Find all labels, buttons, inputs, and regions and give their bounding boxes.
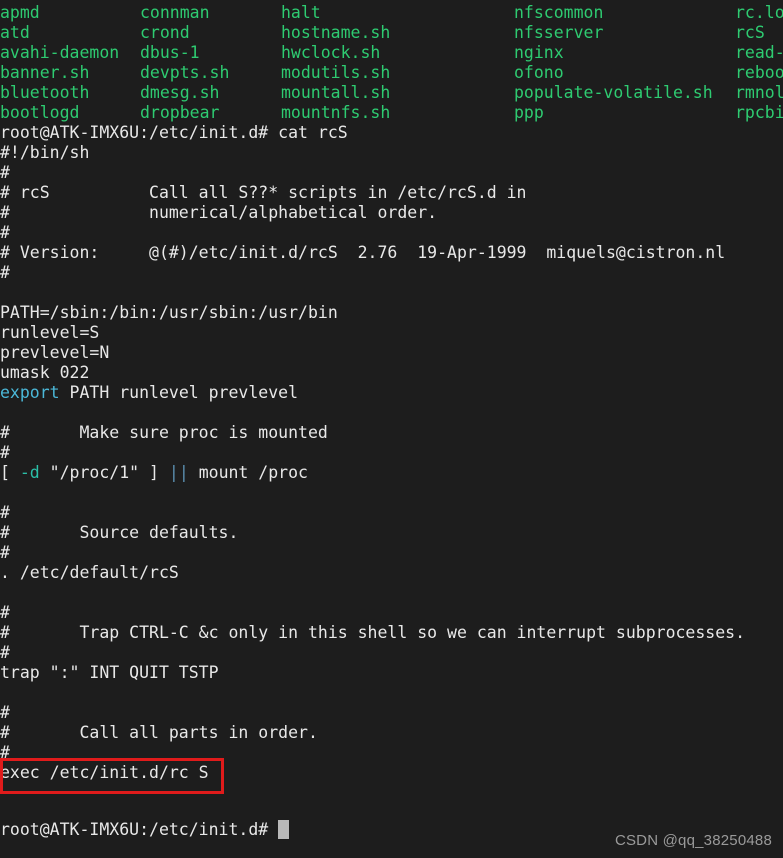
script-line: PATH=/sbin:/bin:/usr/sbin:/usr/bin [0, 303, 338, 322]
script-line: # Call all parts in order. [0, 723, 318, 742]
listing-item[interactable]: rpcbi [735, 103, 783, 123]
listing-item[interactable]: halt [281, 3, 321, 23]
script-line: # rcS Call all S??* scripts in /etc/rcS.… [0, 183, 527, 202]
listing-item[interactable]: nfsserver [514, 23, 603, 43]
csdn-watermark: CSDN @qq_38250488 [614, 832, 772, 849]
listing-row: banner.sh devpts.sh modutils.sh ofono re… [0, 63, 783, 83]
script-line: # [0, 603, 10, 622]
listing-item[interactable]: atd [0, 23, 30, 43]
script-line [0, 403, 783, 423]
listing-item[interactable]: rmnol [735, 83, 783, 103]
listing-item[interactable]: crond [140, 23, 190, 43]
prompt-text: root@ATK-IMX6U:/etc/init.d# [0, 820, 279, 839]
text-cursor [278, 820, 290, 839]
listing-row: bluetooth dmesg.sh mountall.sh populate-… [0, 83, 783, 103]
script-line: # numerical/alphabetical order. [0, 203, 438, 222]
listing-row: atd crond hostname.sh nfsserver rcS [0, 23, 783, 43]
script-line: # [0, 263, 10, 282]
script-line: #!/bin/sh [0, 143, 90, 162]
directory-listing: apmd connman halt nfscommon rc.lo atd cr… [0, 3, 783, 123]
listing-item[interactable]: ppp [514, 103, 544, 123]
bottom-shell-prompt[interactable]: root@ATK-IMX6U:/etc/init.d# [0, 820, 290, 840]
script-line: # Source defaults. [0, 523, 239, 542]
listing-item[interactable]: banner.sh [0, 63, 89, 83]
script-export-line: export PATH runlevel prevlevel [0, 383, 783, 403]
listing-item[interactable]: connman [140, 3, 210, 23]
listing-item[interactable]: hwclock.sh [281, 43, 380, 63]
command-prompt-line: root@ATK-IMX6U:/etc/init.d# cat rcS [0, 123, 783, 143]
listing-item[interactable]: mountall.sh [281, 83, 390, 103]
script-line [0, 483, 783, 503]
listing-row: avahi-daemon dbus-1 hwclock.sh nginx rea… [0, 43, 783, 63]
or-operator: || [168, 463, 189, 482]
script-line: umask 022 [0, 363, 90, 382]
script-line: # [0, 443, 10, 462]
listing-row: apmd connman halt nfscommon rc.lo [0, 3, 783, 23]
listing-item[interactable]: dmesg.sh [140, 83, 219, 103]
terminal-output: root@ATK-IMX6U:/etc/init.d# cat rcS #!/b… [0, 123, 783, 783]
listing-item[interactable]: nginx [514, 43, 564, 63]
test-flag: -d [19, 463, 40, 482]
script-line: # [0, 503, 10, 522]
script-line [0, 283, 783, 303]
terminal-window[interactable]: apmd connman halt nfscommon rc.lo atd cr… [0, 0, 783, 858]
script-line: prevlevel=N [0, 343, 110, 362]
test-tail-command: mount /proc [188, 463, 308, 482]
listing-item[interactable]: reboo [735, 63, 783, 83]
script-line: # [0, 223, 10, 242]
listing-item[interactable]: bootlogd [0, 103, 79, 123]
script-line: . /etc/default/rcS [0, 563, 179, 582]
listing-item[interactable]: read- [735, 43, 783, 63]
listing-item[interactable]: devpts.sh [140, 63, 229, 83]
command-text: cat rcS [278, 123, 348, 142]
script-line: # [0, 743, 10, 762]
export-keyword: export [0, 383, 60, 402]
listing-item[interactable]: ofono [514, 63, 564, 83]
listing-item[interactable]: dbus-1 [140, 43, 200, 63]
listing-item[interactable]: mountnfs.sh [281, 103, 390, 123]
test-open-bracket: [ [0, 463, 20, 482]
prompt-text: root@ATK-IMX6U:/etc/init.d# [0, 123, 279, 142]
listing-item[interactable]: modutils.sh [281, 63, 390, 83]
script-line: # [0, 543, 10, 562]
listing-item[interactable]: hostname.sh [281, 23, 390, 43]
listing-item[interactable]: nfscommon [514, 3, 603, 23]
listing-item[interactable]: populate-volatile.sh [514, 83, 713, 103]
script-line: # [0, 703, 10, 722]
listing-item[interactable]: rc.lo [735, 3, 783, 23]
listing-item[interactable]: apmd [0, 3, 40, 23]
listing-item[interactable]: avahi-daemon [0, 43, 119, 63]
test-operand: "/proc/1" ] [39, 463, 169, 482]
script-line: # [0, 643, 10, 662]
script-line: # [0, 163, 10, 182]
script-line: # Trap CTRL-C &c only in this shell so w… [0, 623, 746, 642]
listing-row: bootlogd dropbear mountnfs.sh ppp rpcbi [0, 103, 783, 123]
listing-item[interactable]: dropbear [140, 103, 219, 123]
script-line [0, 583, 783, 603]
script-line: trap ":" INT QUIT TSTP [0, 663, 219, 682]
script-line: # Version: @(#)/etc/init.d/rcS 2.76 19-A… [0, 243, 726, 262]
script-line [0, 683, 783, 703]
listing-item[interactable]: rcS [735, 23, 765, 43]
script-line: # Make sure proc is mounted [0, 423, 328, 442]
script-exec-line: exec /etc/init.d/rc S [0, 763, 209, 782]
script-line: runlevel=S [0, 323, 100, 342]
script-proc-test-line: [ -d "/proc/1" ] || mount /proc [0, 463, 783, 483]
export-arguments: PATH runlevel prevlevel [59, 383, 299, 402]
listing-item[interactable]: bluetooth [0, 83, 89, 103]
